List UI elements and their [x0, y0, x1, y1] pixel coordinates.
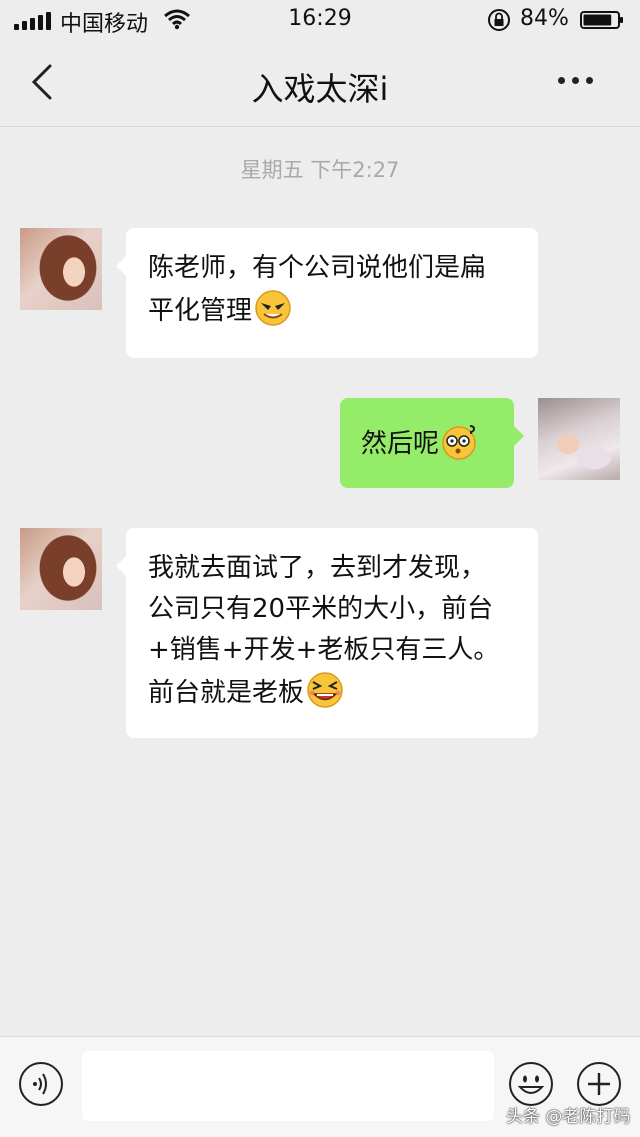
message-text-line: 公司只有20平米的大小，前台	[148, 594, 494, 624]
more-options-icon[interactable]	[548, 68, 604, 92]
message-text-line: 陈老师，有个公司说他们是扁	[148, 253, 487, 283]
battery-icon	[580, 11, 623, 29]
emoji-picker-icon[interactable]	[508, 1061, 554, 1107]
voice-input-icon[interactable]	[18, 1061, 64, 1107]
message-timestamp: 星期五 下午2:27	[240, 158, 400, 182]
rotation-lock-icon	[488, 9, 510, 31]
message-bubble-incoming[interactable]: 陈老师，有个公司说他们是扁 平化管理	[116, 228, 538, 358]
contact-avatar[interactable]	[20, 228, 102, 310]
my-avatar[interactable]	[538, 398, 620, 480]
message-bubble-incoming[interactable]: 我就去面试了，去到才发现， 公司只有20平米的大小，前台 +销售+开发+老板只有…	[116, 528, 538, 738]
battery-percentage: 84%	[520, 6, 569, 31]
chat-title: 入戏太深i	[251, 70, 389, 108]
add-more-icon[interactable]	[576, 1061, 622, 1107]
watermark: 头条 @老陈打码	[506, 1107, 631, 1127]
message-input[interactable]	[82, 1051, 494, 1121]
dizzy-confused-emoji-icon	[442, 425, 476, 460]
laughing-squint-emoji-icon	[307, 672, 343, 708]
message-text-line: 前台就是老板	[148, 671, 518, 714]
contact-avatar[interactable]	[20, 528, 102, 610]
chat-header: 入戏太深i	[0, 40, 640, 127]
message-text-line: 我就去面试了，去到才发现，	[148, 553, 487, 583]
message-bubble-outgoing[interactable]: 然后呢	[340, 398, 524, 488]
status-bar: 中国移动 16:29 84%	[0, 0, 640, 40]
message-text-line: +销售+开发+老板只有三人。	[148, 635, 500, 665]
cool-grin-emoji-icon	[255, 290, 291, 326]
message-text: 然后呢	[361, 429, 440, 459]
message-text-line: 平化管理	[148, 289, 518, 332]
